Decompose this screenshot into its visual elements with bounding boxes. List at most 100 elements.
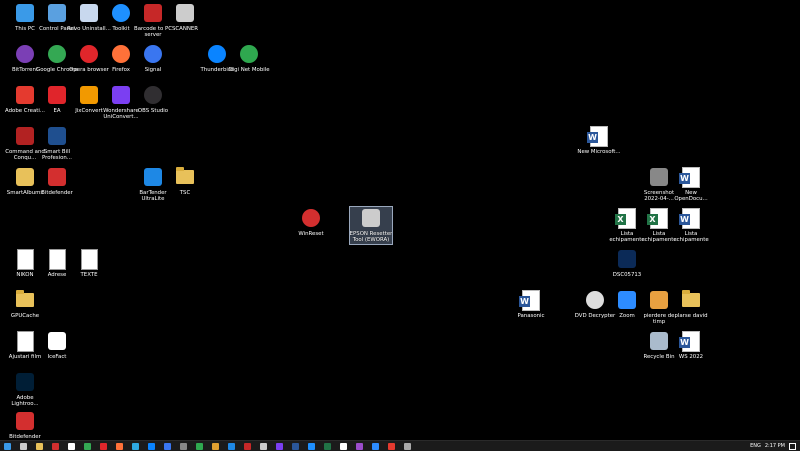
desktop-icon[interactable]: Bitdefender [4,410,46,440]
desktop-icon[interactable]: GPUCache [4,289,46,319]
adobe-cc-icon [14,84,36,106]
excel-doc-icon [615,207,638,229]
notification-icon[interactable] [789,442,796,450]
desktop-icon-label: Lista echipamente [673,231,709,244]
recycle-bin-icon [648,330,670,352]
file-icon [46,248,68,270]
desktop-icon[interactable]: Bitdefender [36,166,78,196]
chrome-icon [46,43,68,65]
desktop-icon-label: WS 2022 [678,354,704,360]
taskbar-app-9-icon[interactable] [260,442,267,450]
taskbar-app-4-icon[interactable] [180,442,187,450]
signal-icon [142,43,164,65]
taskbar-app-14-icon[interactable] [340,442,347,450]
desktop-icon-label: Panasonic [517,313,545,319]
word-doc-icon [679,207,702,229]
opera-taskbar-icon[interactable] [100,442,107,450]
clock[interactable]: 2:17 PM [765,443,785,449]
search-icon[interactable] [20,442,27,450]
desktop-icon[interactable]: DSC05713 [606,248,648,278]
chrome-taskbar-icon[interactable] [84,442,91,450]
desktop-icon-label: OBS Studio [137,108,169,114]
desktop-icon[interactable]: TEXTE [68,248,110,278]
desktop-icon[interactable]: Signal [132,43,174,73]
taskbar-app-10-icon[interactable] [276,442,283,450]
desktop-icon[interactable]: Smart Bill Profesion... [36,125,78,162]
edge-taskbar-icon[interactable] [132,442,139,450]
smartbill-icon [46,125,68,147]
taskbar-app-12-icon[interactable] [308,442,315,450]
desktop-icon[interactable]: WinReset [290,207,332,237]
taskbar-app-8-icon[interactable] [244,442,251,450]
snowflake-icon [46,330,68,352]
thunderbird-taskbar-icon[interactable] [148,442,155,450]
revo-uninstaller-icon [78,2,100,24]
taskbar-app-18-icon[interactable] [404,442,411,450]
taskbar-app-1-icon[interactable] [52,442,59,450]
image-file-icon [648,289,670,311]
desktop-icon-label: WinReset [298,231,324,237]
bitdefender-icon [46,166,68,188]
desktop-icon[interactable]: New OpenDocu... [670,166,712,203]
file-explorer-icon[interactable] [36,442,43,450]
taskbar-app-7-icon[interactable] [228,442,235,450]
diginet-icon [238,43,260,65]
command-conquer-icon [14,125,36,147]
start-button-icon[interactable] [4,442,11,450]
word-doc-icon [587,125,610,147]
desktop-icon[interactable]: EPSON Resetter Tool (EWORA) [349,206,393,245]
desktop-icon-label: Adobe Lightroo... [11,395,39,408]
desktop-icon-label: GPUCache [10,313,40,319]
taskbar-app-2-icon[interactable] [68,442,75,450]
taskbar-app-6-icon[interactable] [212,442,219,450]
zoom-icon [616,289,638,311]
desktop-icon-label: DSC05713 [612,272,642,278]
taskbar-app-16-icon[interactable] [372,442,379,450]
desktop-icon[interactable]: Lista echipamente [670,207,712,244]
taskbar-app-17-icon[interactable] [388,442,395,450]
desktop-icon[interactable]: TSC [164,166,206,196]
taskbar-app-5-icon[interactable] [196,442,203,450]
desktop-icon[interactable]: SCANNER [164,2,206,32]
thunderbird-icon [206,43,228,65]
firefox-taskbar-icon[interactable] [116,442,123,450]
desktop-icon-label: Bitdefender [41,190,73,196]
desktop-icon[interactable]: plarse david [670,289,712,319]
bartender-icon [142,166,164,188]
taskbar-app-13-icon[interactable] [324,442,331,450]
winreset-icon [300,207,322,229]
word-doc-icon [679,166,702,188]
image-file-icon [648,166,670,188]
taskbar-app-11-icon[interactable] [292,442,299,450]
desktop-icon-label: TSC [179,190,191,196]
desktop-icon-label: plarse david [674,313,708,319]
smartalbums-icon [14,166,36,188]
desktop-icon[interactable]: WS 2022 [670,330,712,360]
language-indicator[interactable]: ENG [750,443,761,449]
word-doc-icon [679,330,702,352]
desktop-icon-label: New OpenDocu... [674,190,708,203]
opera-icon [78,43,100,65]
desktop[interactable]: This PC Control Panel Revo Uninstall... Too… [0,0,800,440]
taskbar-app-3-icon[interactable] [164,442,171,450]
desktop-icon[interactable]: New Microsoft... [577,125,621,155]
obs-icon [142,84,164,106]
desktop-icon-label: Smart Bill Profesion... [42,149,72,162]
desktop-icon[interactable]: Digi Net Mobile [228,43,270,73]
desktop-icon[interactable]: OBS Studio [132,84,174,114]
desktop-icon[interactable]: Adobe Lightroo... [4,371,46,408]
uniconverter-icon [110,84,132,106]
desktop-icon[interactable]: Panasonic [510,289,552,319]
scanner-icon [174,2,196,24]
desktop-icon-label: IceFact [47,354,67,360]
firefox-icon [110,43,132,65]
desktop-icon[interactable]: IceFact [36,330,78,360]
folder-icon [680,289,702,311]
ea-icon [46,84,68,106]
desktop-icon-label: New Microsoft... [577,149,621,155]
taskbar-app-15-icon[interactable] [356,442,363,450]
folder-icon [174,166,196,188]
excel-doc-icon [647,207,670,229]
folder-icon [14,289,36,311]
epson-printer-icon [360,207,382,229]
